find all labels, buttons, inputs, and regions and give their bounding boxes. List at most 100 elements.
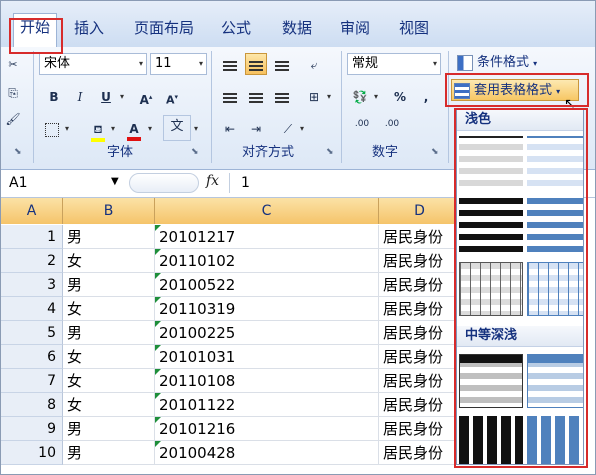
cell-gender[interactable]: 男 (63, 225, 155, 249)
format-painter-icon[interactable]: 🖌 (3, 107, 23, 129)
cell-date[interactable]: 20101217 (155, 225, 379, 249)
decrease-indent-icon[interactable]: ⇤ (219, 117, 241, 139)
cell-gender[interactable]: 男 (63, 273, 155, 297)
cell-id-type[interactable]: 居民身份 (379, 321, 461, 345)
font-launcher-icon[interactable]: ⬊ (191, 147, 201, 157)
increase-indent-icon[interactable]: ⇥ (245, 117, 267, 139)
chevron-down-icon[interactable]: ▾ (327, 92, 331, 101)
row-header[interactable]: 8 (1, 393, 63, 417)
row-header[interactable]: 5 (1, 321, 63, 345)
chevron-down-icon[interactable]: ▾ (300, 124, 304, 133)
percent-button[interactable]: % (389, 85, 411, 107)
table-style-light-6[interactable] (527, 262, 583, 316)
cell-id-type[interactable]: 居民身份 (379, 417, 461, 441)
font-name-combo[interactable]: 宋体 ▾ (39, 53, 147, 75)
cell-gender[interactable]: 男 (63, 441, 155, 465)
row-header[interactable]: 4 (1, 297, 63, 321)
align-center-icon[interactable] (245, 85, 267, 107)
shrink-font-button[interactable]: A▾ (161, 85, 183, 107)
cell-date[interactable]: 20110102 (155, 249, 379, 273)
phonetic-icon[interactable]: 文 (163, 115, 191, 141)
align-middle-icon[interactable] (245, 53, 267, 75)
cell-date[interactable]: 20101031 (155, 345, 379, 369)
table-style-light-2[interactable] (527, 136, 583, 190)
cell-date[interactable]: 20100428 (155, 441, 379, 465)
row-header[interactable]: 7 (1, 369, 63, 393)
chevron-down-icon[interactable]: ▾ (374, 92, 378, 101)
font-size-combo[interactable]: 11 ▾ (150, 53, 207, 75)
column-header-a[interactable]: A (1, 198, 63, 224)
cell-gender[interactable]: 女 (63, 249, 155, 273)
cut-icon[interactable]: ✂ (3, 53, 23, 75)
cell-gender[interactable]: 女 (63, 345, 155, 369)
table-style-medium-2[interactable] (527, 354, 583, 408)
chevron-down-icon[interactable]: ▼ (111, 176, 119, 187)
tab-page-layout[interactable]: 页面布局 (128, 15, 200, 41)
column-header-d[interactable]: D (379, 198, 461, 224)
grow-font-button[interactable]: A▴ (135, 85, 157, 107)
cell-date[interactable]: 20100225 (155, 321, 379, 345)
tab-data[interactable]: 数据 (276, 15, 318, 41)
number-launcher-icon[interactable]: ⬊ (431, 147, 441, 157)
orientation-icon[interactable]: ⟋ (277, 117, 299, 139)
italic-button[interactable]: I (69, 85, 91, 107)
cell-date[interactable]: 20101216 (155, 417, 379, 441)
column-header-b[interactable]: B (63, 198, 155, 224)
cell-id-type[interactable]: 居民身份 (379, 225, 461, 249)
cell-gender[interactable]: 女 (63, 297, 155, 321)
name-box[interactable]: A1 (9, 173, 121, 193)
cell-date[interactable]: 20100522 (155, 273, 379, 297)
tab-formulas[interactable]: 公式 (215, 15, 257, 41)
comma-button[interactable]: , (415, 85, 437, 107)
chevron-down-icon[interactable]: ▾ (194, 124, 198, 133)
cell-id-type[interactable]: 居民身份 (379, 249, 461, 273)
row-header[interactable]: 3 (1, 273, 63, 297)
table-style-light-4[interactable] (527, 198, 583, 252)
table-style-medium-4[interactable] (527, 416, 583, 464)
row-header[interactable]: 10 (1, 441, 63, 465)
increase-decimal-button[interactable]: .00 (349, 115, 375, 141)
number-format-combo[interactable]: 常规 ▾ (347, 53, 441, 75)
row-header[interactable]: 1 (1, 225, 63, 249)
merge-center-icon[interactable]: ⊞ (303, 85, 325, 107)
chevron-down-icon[interactable]: ▾ (65, 124, 69, 133)
underline-button[interactable]: U (95, 85, 117, 107)
tab-review[interactable]: 审阅 (334, 15, 376, 41)
align-left-icon[interactable] (219, 85, 241, 107)
align-right-icon[interactable] (271, 85, 293, 107)
chevron-down-icon[interactable]: ▾ (120, 92, 124, 101)
table-style-light-1[interactable] (459, 136, 523, 190)
column-header-c[interactable]: C (155, 198, 379, 224)
tab-home[interactable]: 开始 (13, 13, 58, 47)
formula-splitter[interactable] (129, 173, 199, 193)
row-header[interactable]: 2 (1, 249, 63, 273)
cell-date[interactable]: 20101122 (155, 393, 379, 417)
bold-button[interactable]: B (43, 85, 65, 107)
copy-icon[interactable]: ⎘ (3, 81, 23, 103)
cell-gender[interactable]: 男 (63, 321, 155, 345)
font-color-icon[interactable]: A (123, 117, 145, 141)
align-top-icon[interactable] (219, 53, 241, 75)
cell-id-type[interactable]: 居民身份 (379, 393, 461, 417)
row-header[interactable]: 6 (1, 345, 63, 369)
cell-id-type[interactable]: 居民身份 (379, 297, 461, 321)
formula-input[interactable]: 1 (241, 173, 250, 193)
table-style-light-3[interactable] (459, 198, 523, 252)
cell-id-type[interactable]: 居民身份 (379, 441, 461, 465)
align-bottom-icon[interactable] (271, 53, 293, 75)
cell-gender[interactable]: 女 (63, 393, 155, 417)
wrap-text-icon[interactable]: ⤶ (303, 53, 325, 75)
tab-view[interactable]: 视图 (393, 15, 435, 41)
tab-insert[interactable]: 插入 (68, 15, 110, 41)
conditional-formatting-button[interactable]: 条件格式 ▾ (455, 52, 537, 74)
cell-gender[interactable]: 女 (63, 369, 155, 393)
alignment-launcher-icon[interactable]: ⬊ (326, 147, 336, 157)
clipboard-launcher-icon[interactable]: ⬊ (14, 147, 24, 157)
cell-id-type[interactable]: 居民身份 (379, 345, 461, 369)
currency-icon[interactable]: 💱 (349, 85, 371, 107)
table-style-light-5[interactable] (459, 262, 523, 316)
decrease-decimal-button[interactable]: .00 (379, 115, 405, 141)
borders-icon[interactable] (41, 117, 63, 139)
chevron-down-icon[interactable]: ▾ (111, 124, 115, 133)
fill-color-icon[interactable]: ⛾ (87, 117, 109, 142)
